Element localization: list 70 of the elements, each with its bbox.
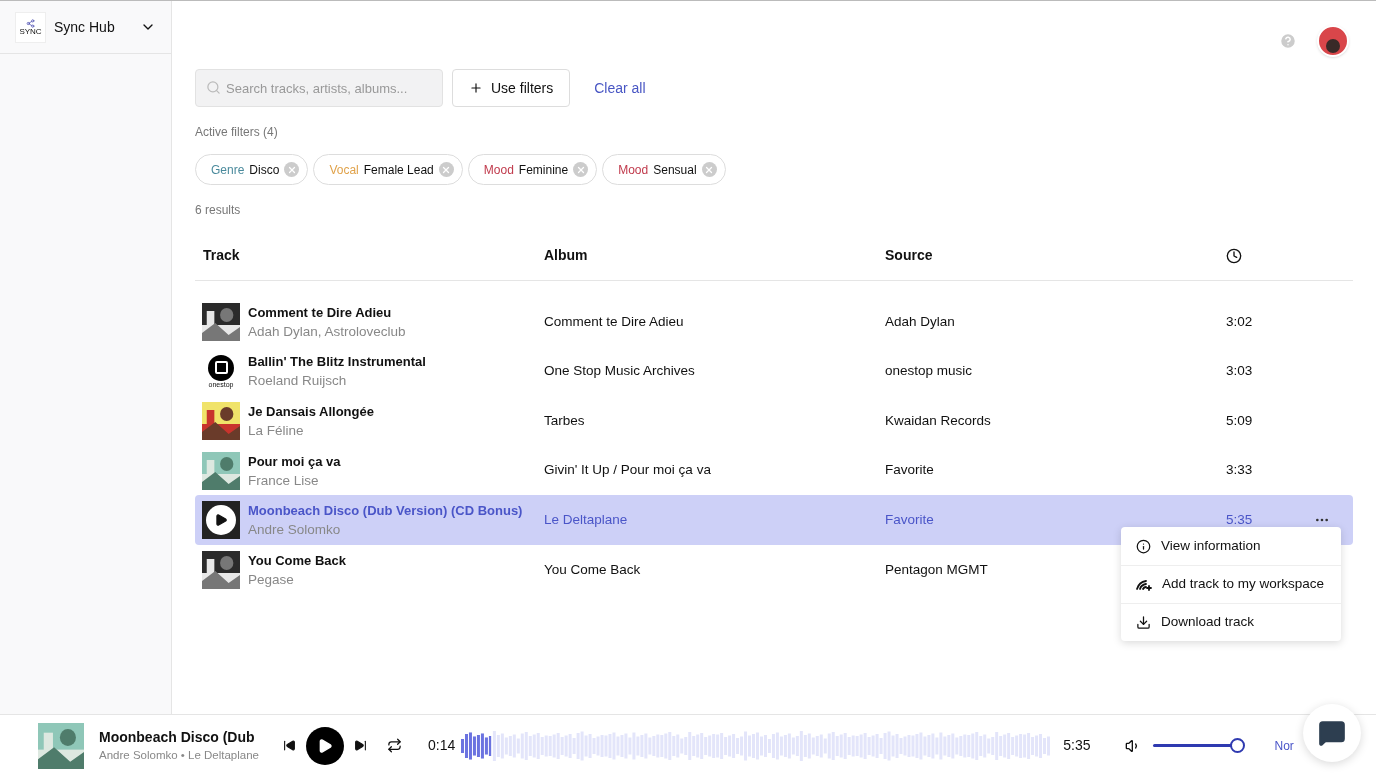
track-artist: France Lise — [248, 471, 320, 490]
track-title: Moonbeach Disco (Dub Version) (CD Bonus) — [248, 502, 523, 521]
workspace-name[interactable]: Sync Hub — [54, 16, 132, 38]
track-artist: La Féline — [248, 422, 305, 440]
menu-item[interactable]: Add track to my workspace — [1121, 565, 1341, 603]
previous-icon[interactable] — [283, 739, 296, 752]
track-title: You Come Back — [248, 551, 346, 570]
duration-cell-text: 5:35 — [1226, 511, 1254, 530]
search-icon — [206, 80, 221, 95]
menu-item[interactable]: Download track — [1121, 603, 1341, 641]
track-artist: Adah Dylan, Astroloveclub — [248, 322, 406, 341]
duration-cell-text: 5:09 — [1226, 411, 1254, 430]
play-button[interactable] — [306, 726, 344, 765]
column-header: Source — [885, 246, 934, 265]
album-cell-text: Le Deltaplane — [544, 511, 629, 530]
album-cell-text: You Come Back — [544, 560, 642, 579]
track-title: Comment te Dire Adieu — [248, 303, 393, 322]
album-cell-text: Givin' It Up / Pour moi ça va — [544, 461, 712, 480]
total-time: 5:35 — [1063, 736, 1091, 755]
download-icon — [1136, 615, 1151, 630]
plus-icon — [469, 81, 483, 95]
source-cell-text: Favorite — [885, 511, 935, 530]
info-icon — [1136, 538, 1151, 554]
source-cell-text: Adah Dylan — [885, 312, 956, 331]
album-cell-text: Comment te Dire Adieu — [544, 312, 685, 331]
track-artist: Andre Solomko — [248, 521, 342, 540]
filter-category: Mood — [618, 161, 649, 179]
track-title: Pour moi ça va — [248, 452, 341, 471]
column-header: Album — [544, 246, 589, 265]
filter-category: Genre — [211, 161, 245, 179]
album-cell-text: One Stop Music Archives — [544, 362, 696, 381]
chat-icon — [1318, 719, 1346, 747]
active-filters-label: Active filters (4) — [195, 124, 279, 141]
filter-category: Mood — [483, 161, 514, 179]
waveform[interactable] — [461, 730, 1052, 761]
filter-category: Vocal — [329, 161, 359, 179]
duration-cell-text: 3:03 — [1226, 362, 1254, 381]
player-title: Moonbeach Disco (Dub — [99, 727, 256, 746]
source-cell-text: Pentagon MGMT — [885, 560, 989, 579]
column-header: Track — [202, 246, 241, 265]
duration-cell-text: 3:02 — [1226, 312, 1254, 331]
repeat-icon[interactable] — [387, 738, 402, 753]
source-cell-text: Favorite — [885, 461, 935, 480]
use-filters-button[interactable]: Use filters — [452, 69, 571, 107]
source-cell-text: Kwaidan Records — [885, 411, 992, 430]
track-artist: Pegase — [248, 570, 295, 589]
clear-all-link[interactable]: Clear all — [594, 77, 646, 99]
playback-speed[interactable]: Nor — [1274, 736, 1294, 755]
play-icon — [317, 737, 333, 754]
duration-cell-text: 3:33 — [1226, 461, 1254, 480]
signal-plus-icon — [1136, 578, 1152, 591]
track-artist: Roeland Ruijsch — [248, 372, 348, 391]
logo-text: SYNC — [19, 27, 42, 36]
avatar[interactable] — [1317, 25, 1349, 57]
filter-value: Female Lead — [363, 161, 434, 179]
filter-value: Sensual — [653, 161, 697, 179]
elapsed-time: 0:14 — [428, 736, 456, 755]
next-icon[interactable] — [354, 739, 367, 752]
results-count: 6 results — [195, 202, 242, 219]
player-subtitle: Andre Solomko • Le Deltaplane — [99, 747, 260, 763]
search-field[interactable]: Search tracks, artists, albums... — [195, 69, 443, 107]
filter-value: Feminine — [518, 161, 569, 179]
album-cell-text: Tarbes — [544, 411, 586, 430]
track-title: Ballin' The Blitz Instrumental — [248, 353, 426, 372]
share-icon — [26, 18, 35, 28]
filter-value: Disco — [249, 161, 280, 179]
source-cell-text: onestop music — [885, 362, 974, 381]
volume-slider[interactable] — [1152, 737, 1245, 754]
clock-icon — [1226, 247, 1242, 264]
track-title: Je Dansais Allongée — [248, 403, 374, 421]
